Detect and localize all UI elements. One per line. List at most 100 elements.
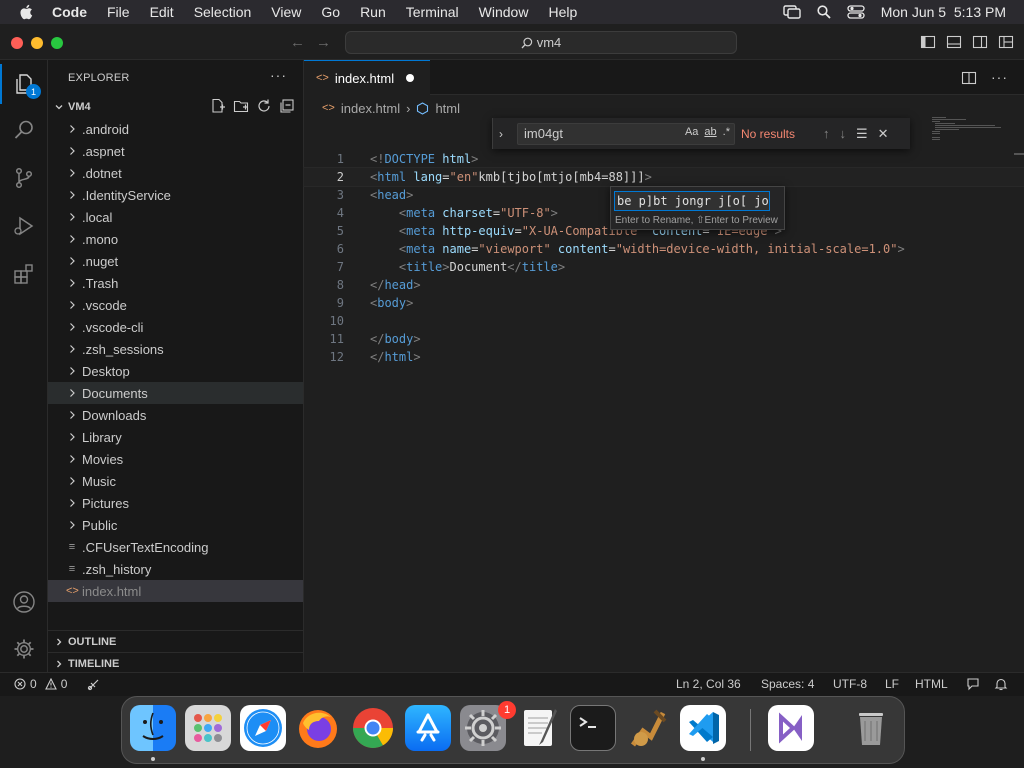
menu-run[interactable]: Run xyxy=(360,4,386,20)
trash-icon[interactable] xyxy=(848,705,894,751)
tree-folder[interactable]: .IdentityService xyxy=(48,184,303,206)
code-line[interactable]: 2 <html lang="en"kmb[tjbo[mtjo[mb4=88]]]> xyxy=(303,167,1024,187)
menu-edit[interactable]: Edit xyxy=(150,4,174,20)
code-editor[interactable]: 1 <!DOCTYPE html> 2 <html lang="en"kmb[tjbo… xyxy=(303,150,1024,366)
toggle-secondary-sidebar-icon[interactable] xyxy=(972,34,988,50)
code-line[interactable]: 7 <title>Document</title> xyxy=(304,258,1024,276)
source-control-icon[interactable] xyxy=(12,166,36,190)
manage-gear-icon[interactable] xyxy=(12,637,36,661)
screen-mirroring-icon[interactable] xyxy=(783,5,801,19)
app-store-app-icon[interactable] xyxy=(405,705,451,751)
previous-match-arrow-up-icon[interactable]: ↑ xyxy=(823,126,830,141)
window-minimize-button[interactable] xyxy=(31,37,43,49)
tree-folder[interactable]: .nuget xyxy=(48,250,303,272)
finder-app-icon[interactable] xyxy=(130,705,176,751)
outline-section-header[interactable]: OUTLINE xyxy=(48,630,303,652)
tree-folder[interactable]: .android xyxy=(48,118,303,140)
tree-folder[interactable]: .mono xyxy=(48,228,303,250)
split-editor-icon[interactable] xyxy=(961,70,977,86)
toggle-replace-chevron-icon[interactable]: › xyxy=(499,127,515,141)
tree-file[interactable]: <> index.html xyxy=(48,580,303,602)
timeline-section-header[interactable]: TIMELINE xyxy=(48,652,303,674)
unsaved-dot-icon[interactable] xyxy=(406,74,415,82)
tree-folder[interactable]: Music xyxy=(48,470,303,492)
rename-input[interactable]: be p]bt jongr j[o[ jo xyxy=(614,191,770,211)
explorer-more-actions-button[interactable]: ··· xyxy=(270,67,287,83)
tree-folder[interactable]: Desktop xyxy=(48,360,303,382)
close-find-icon[interactable]: ✕ xyxy=(878,126,889,142)
menu-terminal[interactable]: Terminal xyxy=(406,4,459,20)
next-match-arrow-down-icon[interactable]: ↓ xyxy=(840,126,847,141)
window-close-button[interactable] xyxy=(11,37,23,49)
tree-folder[interactable]: Downloads xyxy=(48,404,303,426)
menu-view[interactable]: View xyxy=(271,4,301,20)
find-input[interactable]: im04gt Aa ab .* xyxy=(517,122,735,145)
menu-help[interactable]: Help xyxy=(548,4,577,20)
feedback-icon[interactable] xyxy=(966,677,980,691)
go-back-icon[interactable]: ← xyxy=(290,34,305,51)
code-line[interactable]: 9 <body> xyxy=(304,294,1024,312)
toggle-panel-icon[interactable] xyxy=(946,34,962,50)
instruments-app-icon[interactable] xyxy=(625,705,671,751)
notifications-bell-icon[interactable] xyxy=(994,677,1008,691)
minimap[interactable] xyxy=(932,115,1012,145)
code-line[interactable]: 11 </body> xyxy=(304,330,1024,348)
apple-icon[interactable] xyxy=(18,3,36,21)
tree-folder[interactable]: Public xyxy=(48,514,303,536)
command-center-search[interactable]: vm4 xyxy=(345,31,737,54)
collapse-folders-icon[interactable] xyxy=(279,98,295,114)
breadcrumb-file[interactable]: index.html xyxy=(341,101,400,116)
code-line[interactable]: 10 xyxy=(304,312,1024,330)
menubar-datetime[interactable]: Mon Jun 5 5:13 PM xyxy=(881,4,1006,20)
safari-app-icon[interactable] xyxy=(240,705,286,751)
more-actions-button[interactable]: ··· xyxy=(991,70,1008,86)
new-folder-icon[interactable] xyxy=(233,98,249,114)
tree-folder[interactable]: .local xyxy=(48,206,303,228)
code-line[interactable]: 12 </html> xyxy=(304,348,1024,366)
tree-folder[interactable]: Pictures xyxy=(48,492,303,514)
editor-tab-index-html[interactable]: <> index.html xyxy=(304,60,430,95)
textedit-app-icon[interactable] xyxy=(515,705,561,751)
language-mode[interactable]: HTML xyxy=(915,677,948,691)
menu-app-name[interactable]: Code xyxy=(52,4,87,20)
firefox-app-icon[interactable] xyxy=(295,705,341,751)
menu-file[interactable]: File xyxy=(107,4,130,20)
indentation-setting[interactable]: Spaces: 4 xyxy=(761,677,814,691)
find-in-selection-icon[interactable]: ☰ xyxy=(856,126,868,142)
end-of-line[interactable]: LF xyxy=(885,677,899,691)
code-line[interactable]: 6 <meta name="viewport" content="width=d… xyxy=(304,240,1024,258)
code-line[interactable]: 1 <!DOCTYPE html> xyxy=(304,150,1024,168)
visual-studio-app-icon[interactable] xyxy=(768,705,814,751)
use-regex-button[interactable]: .* xyxy=(723,126,730,138)
new-file-icon[interactable] xyxy=(210,98,226,114)
problems-status[interactable]: 0 0 xyxy=(14,677,100,691)
launchpad-app-icon[interactable] xyxy=(185,705,231,751)
menu-selection[interactable]: Selection xyxy=(194,4,252,20)
file-encoding[interactable]: UTF-8 xyxy=(833,677,867,691)
tree-folder[interactable]: .dotnet xyxy=(48,162,303,184)
toggle-primary-sidebar-icon[interactable] xyxy=(920,34,936,50)
search-icon[interactable] xyxy=(12,118,36,142)
menu-window[interactable]: Window xyxy=(479,4,529,20)
tree-folder[interactable]: Documents xyxy=(48,382,303,404)
breadcrumb-symbol[interactable]: html xyxy=(435,101,460,116)
match-case-button[interactable]: Aa xyxy=(685,126,698,138)
match-whole-word-button[interactable]: ab xyxy=(704,126,716,138)
tree-folder[interactable]: .aspnet xyxy=(48,140,303,162)
refresh-explorer-icon[interactable] xyxy=(256,98,272,114)
tree-file[interactable]: ≡ .CFUserTextEncoding xyxy=(48,536,303,558)
extensions-icon[interactable] xyxy=(12,262,36,286)
go-forward-icon[interactable]: → xyxy=(316,34,331,51)
window-maximize-button[interactable] xyxy=(51,37,63,49)
code-line[interactable]: 8 </head> xyxy=(304,276,1024,294)
tree-folder[interactable]: .zsh_sessions xyxy=(48,338,303,360)
tree-file[interactable]: ≡ .zsh_history xyxy=(48,558,303,580)
tree-folder[interactable]: Library xyxy=(48,426,303,448)
accounts-icon[interactable] xyxy=(12,590,36,614)
tree-folder[interactable]: Movies xyxy=(48,448,303,470)
spotlight-search-icon[interactable] xyxy=(817,5,831,19)
terminal-app-icon[interactable] xyxy=(570,705,616,751)
vscode-app-icon[interactable] xyxy=(680,705,726,751)
ports-broadcast-icon[interactable] xyxy=(87,678,100,691)
control-center-icon[interactable] xyxy=(847,5,865,19)
